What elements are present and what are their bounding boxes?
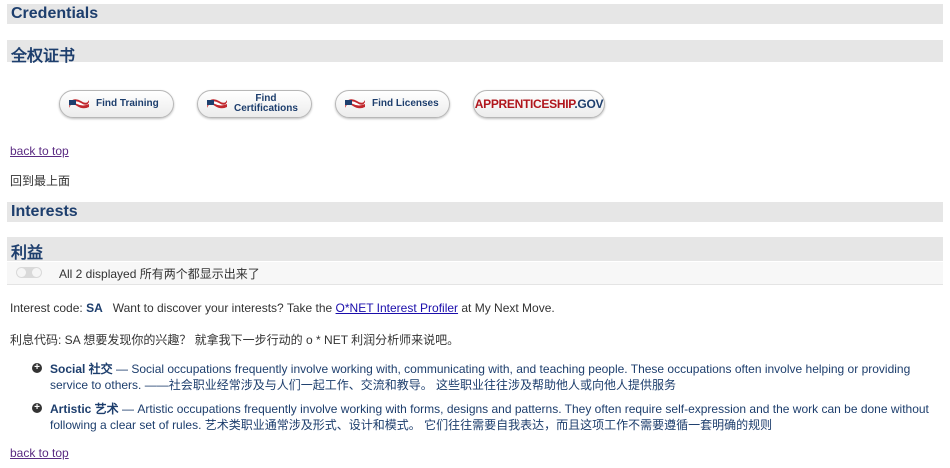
find-certifications-button[interactable]: Find Certifications <box>197 90 312 118</box>
back-to-top-link[interactable]: back to top <box>10 446 69 460</box>
interest-code-line: Interest code: SA Want to discover your … <box>10 301 555 315</box>
section-header-credentials: Credentials <box>7 4 943 24</box>
flag-icon <box>69 99 89 109</box>
back-to-top-link[interactable]: back to top <box>10 144 69 158</box>
interest-code-label: Interest code: <box>10 301 83 315</box>
interest-code-zh: 利息代码: SA 想要发现你的兴趣？ 就拿我下一步行动的 o * NET 利润分… <box>10 333 460 347</box>
back-to-top-zh: 回到最上面 <box>10 174 71 188</box>
logo-main: APPRENTICESHIP <box>474 97 575 111</box>
display-filter: All 2 displayed 所有两个都显示出来了 <box>7 262 943 285</box>
expand-collapse-toggle[interactable] <box>16 267 42 278</box>
toggle-knob-right <box>32 268 41 277</box>
section-title: Credentials <box>11 5 99 22</box>
interest-description: — Artistic occupations frequently involv… <box>50 402 929 432</box>
logo-suffix: .GOV <box>574 97 604 111</box>
button-label: Find Certifications <box>234 94 298 114</box>
section-title: 全权证书 <box>11 48 76 65</box>
flag-icon <box>345 99 365 109</box>
section-header-interests: Interests <box>7 202 943 222</box>
interest-code-value: SA <box>86 301 103 315</box>
expand-plus-icon[interactable]: + <box>32 363 42 373</box>
filter-status-text: All 2 displayed 所有两个都显示出来了 <box>59 267 260 281</box>
find-licenses-button[interactable]: Find Licenses <box>335 90 450 118</box>
interest-suffix: at My Next Move. <box>461 301 555 315</box>
flag-icon <box>207 99 227 109</box>
section-title: Interests <box>11 203 78 220</box>
list-item: + Social 社交 — Social occupations frequen… <box>32 361 930 393</box>
list-item: + Artistic 艺术 — Artistic occupations fre… <box>32 401 930 433</box>
interest-title: Artistic 艺术 <box>50 402 119 416</box>
toggle-knob-left <box>17 268 26 277</box>
interest-description: — Social occupations frequently involve … <box>50 362 911 392</box>
find-training-button[interactable]: Find Training <box>59 90 174 118</box>
interest-title: Social 社交 <box>50 362 113 376</box>
interest-prompt: Want to discover your interests? Take th… <box>112 301 333 315</box>
apprenticeship-logo: APPRENTICESHIP.GOV <box>474 97 604 111</box>
button-label: Find Licenses <box>372 98 439 109</box>
interest-profiler-link[interactable]: O*NET Interest Profiler <box>336 301 458 315</box>
expand-plus-icon[interactable]: + <box>32 403 42 413</box>
button-label: Find Training <box>96 98 159 109</box>
apprenticeship-gov-button[interactable]: APPRENTICESHIP.GOV <box>473 90 605 118</box>
section-header-interests-zh: 利益 <box>7 237 943 262</box>
section-header-credentials-zh: 全权证书 <box>7 40 943 65</box>
section-title: 利益 <box>11 245 44 262</box>
button-label-line2: Certifications <box>234 103 298 114</box>
